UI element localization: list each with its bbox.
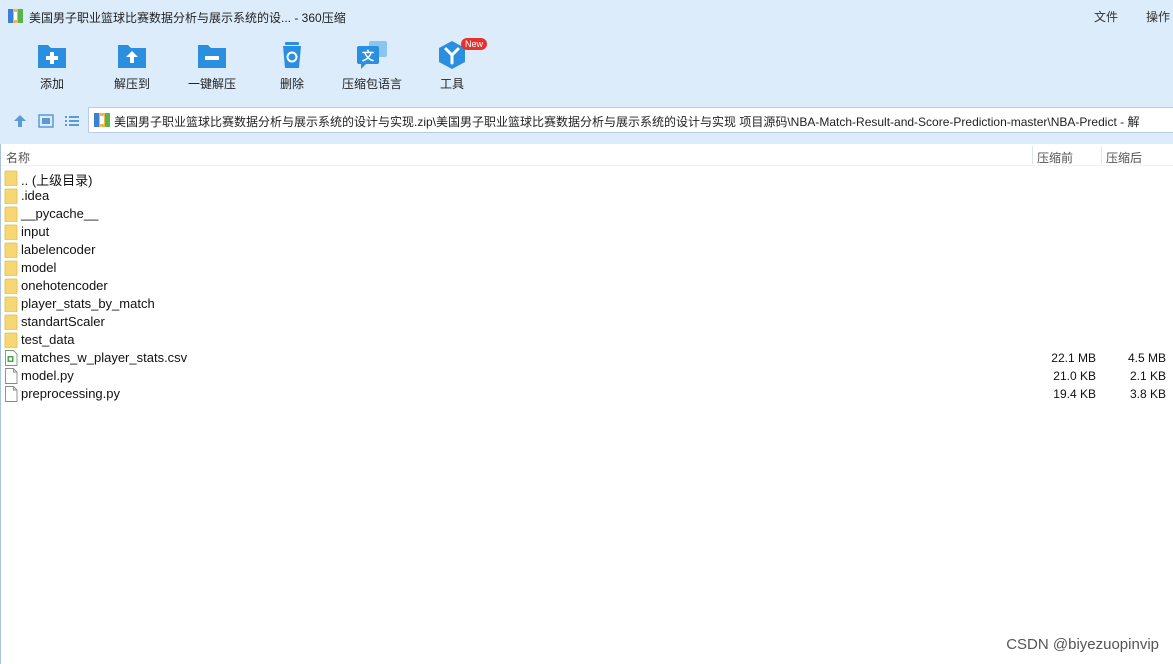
folder-icon	[4, 278, 18, 294]
file-row[interactable]: labelencoder	[0, 241, 1173, 259]
file-row[interactable]: .. (上级目录)	[0, 169, 1173, 188]
file-name: __pycache__	[21, 206, 99, 221]
file-name: input	[21, 224, 50, 239]
column-size-before[interactable]: 压缩前	[1037, 149, 1073, 166]
file-row[interactable]: __pycache__	[0, 205, 1173, 223]
tools-button[interactable]: New 工具	[417, 38, 488, 98]
file-size-after: 4.5 MB	[1127, 351, 1166, 365]
file-name: matches_w_player_stats.csv	[21, 350, 188, 365]
address-bar[interactable]: 美国男子职业篮球比赛数据分析与展示系统的设计与实现.zip\美国男子职业篮球比赛…	[88, 107, 1173, 133]
folder-icon	[4, 242, 18, 258]
tools-label: 工具	[439, 77, 464, 91]
file-row[interactable]: .idea	[0, 187, 1173, 205]
window-title: 美国男子职业篮球比赛数据分析与展示系统的设... - 360压缩	[29, 11, 346, 25]
file-name: onehotencoder	[21, 278, 108, 293]
file-name: model	[21, 260, 57, 275]
file-row[interactable]: preprocessing.py 19.4 KB 3.8 KB	[0, 385, 1173, 403]
folder-icon	[4, 224, 18, 240]
folder-extract-icon	[118, 45, 146, 68]
file-icon	[5, 386, 18, 402]
delete-label: 删除	[279, 77, 304, 91]
folder-icon	[4, 296, 18, 312]
file-name: labelencoder	[21, 242, 96, 257]
add-button[interactable]: 添加	[17, 40, 87, 98]
column-size-after[interactable]: 压缩后	[1106, 149, 1142, 166]
folder-add-icon	[38, 45, 66, 68]
spreadsheet-file-icon	[5, 350, 18, 366]
toolbar: 添加 解压到 一键解压 删除 文 压缩包语言 New 工具	[0, 32, 1173, 98]
language-icon: 文	[357, 41, 387, 69]
file-size-before: 22.1 MB	[1051, 351, 1096, 365]
folder-icon	[4, 332, 18, 348]
trash-icon	[283, 42, 301, 68]
file-size-before: 19.4 KB	[1053, 387, 1096, 401]
extract-to-button[interactable]: 解压到	[97, 40, 167, 98]
svg-text:文: 文	[362, 48, 375, 63]
file-row[interactable]: standartScaler	[0, 313, 1173, 331]
file-name: model.py	[21, 368, 74, 383]
file-name: preprocessing.py	[21, 386, 120, 401]
menu-operation[interactable]: 操作	[1146, 8, 1170, 25]
file-name: .idea	[21, 188, 50, 203]
file-row[interactable]: matches_w_player_stats.csv 22.1 MB 4.5 MB	[0, 349, 1173, 367]
archive-language-label: 压缩包语言	[341, 77, 402, 91]
file-size-after: 3.8 KB	[1129, 387, 1166, 401]
title-bar: 美国男子职业篮球比赛数据分析与展示系统的设... - 360压缩 文件 操作	[0, 0, 1173, 32]
new-badge: New	[461, 38, 488, 50]
file-name: standartScaler	[21, 314, 105, 329]
column-name[interactable]: 名称	[6, 149, 30, 166]
column-header: 名称 压缩前 压缩后	[0, 144, 1173, 166]
file-row[interactable]: model	[0, 259, 1173, 277]
app-archive-icon	[8, 9, 23, 23]
list-view-icon[interactable]	[64, 114, 80, 128]
menu-file[interactable]: 文件	[1094, 8, 1118, 25]
zip-archive-icon	[94, 113, 110, 127]
folder-icon	[4, 188, 18, 204]
folder-icon	[4, 206, 18, 222]
file-icon	[5, 368, 18, 384]
file-list: .. (上级目录) .idea __pycache__input labelencod…	[0, 169, 1173, 403]
file-size-after: 2.1 KB	[1129, 369, 1166, 383]
folder-icon	[4, 170, 18, 186]
folder-icon	[4, 314, 18, 330]
archive-language-button[interactable]: 文 压缩包语言	[337, 40, 407, 98]
file-row[interactable]: model.py 21.0 KB 2.1 KB	[0, 367, 1173, 385]
column-divider[interactable]	[1032, 146, 1033, 164]
delete-button[interactable]: 删除	[257, 40, 327, 98]
file-name: player_stats_by_match	[21, 296, 155, 311]
quick-extract-label: 一键解压	[187, 77, 236, 91]
quick-extract-button[interactable]: 一键解压	[177, 40, 247, 98]
folder-quick-extract-icon	[198, 45, 226, 68]
up-arrow-icon[interactable]	[12, 114, 28, 128]
add-label: 添加	[39, 77, 64, 91]
file-row[interactable]: onehotencoder	[0, 277, 1173, 295]
thumbnail-view-icon[interactable]	[38, 114, 54, 128]
folder-icon	[4, 260, 18, 276]
extract-to-label: 解压到	[113, 77, 150, 91]
watermark: CSDN @biyezuopinvip	[1006, 636, 1159, 653]
file-row[interactable]: input	[0, 223, 1173, 241]
address-path: 美国男子职业篮球比赛数据分析与展示系统的设计与实现.zip\美国男子职业篮球比赛…	[114, 115, 1140, 129]
file-row[interactable]: test_data	[0, 331, 1173, 349]
column-divider[interactable]	[1101, 146, 1102, 164]
file-row[interactable]: player_stats_by_match	[0, 295, 1173, 313]
file-size-before: 21.0 KB	[1053, 369, 1096, 383]
address-row: 美国男子职业篮球比赛数据分析与展示系统的设计与实现.zip\美国男子职业篮球比赛…	[0, 98, 1173, 144]
file-name: test_data	[21, 332, 75, 347]
